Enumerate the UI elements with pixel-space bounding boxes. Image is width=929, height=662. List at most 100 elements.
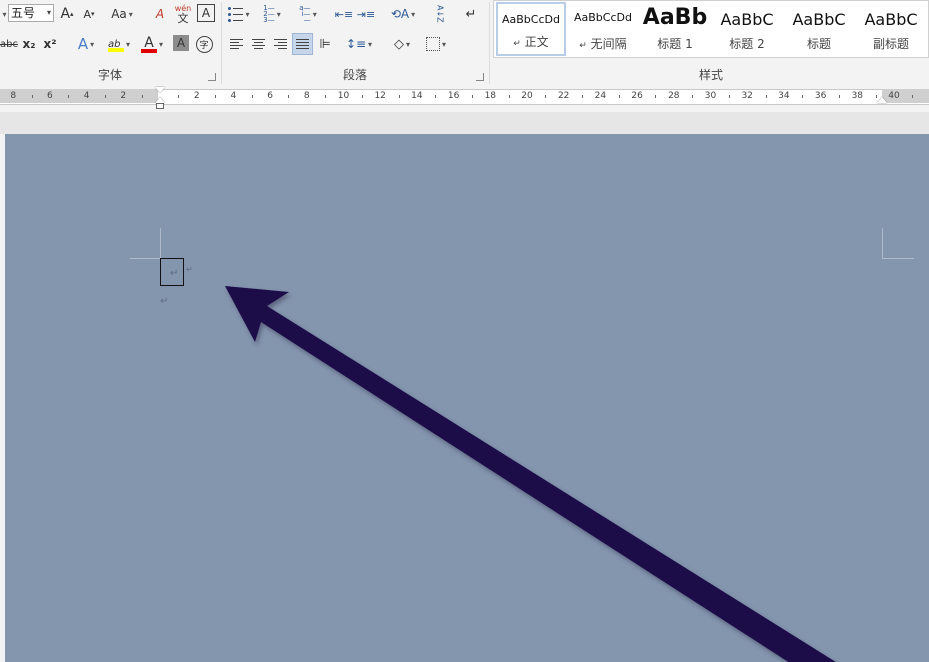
bullets-button[interactable]: ▾ [226, 4, 252, 24]
numbering-button[interactable]: 1— 2— 3— ▾ [258, 4, 286, 24]
style-subtitle[interactable]: AaBbC 副标题 [856, 2, 926, 56]
text-effects-button[interactable]: A ▾ [72, 34, 100, 54]
phonetic-guide-button[interactable]: wén 文 [172, 2, 194, 26]
right-indent-marker[interactable] [877, 97, 887, 103]
ruler-tick [765, 95, 767, 98]
font-group-label: 字体 [97, 68, 122, 82]
ruler-label: 16 [447, 91, 460, 101]
decrease-indent-button[interactable]: ⇤≡ [334, 4, 354, 24]
clear-formatting-button[interactable]: A [150, 4, 170, 24]
change-case-button[interactable]: Aa ▾ [106, 4, 138, 24]
font-name-dropdown-arrow[interactable]: ▾ [0, 4, 7, 24]
superscript-button[interactable]: x² [41, 34, 59, 54]
page-gutter [0, 112, 929, 134]
paragraph-mark-icon: ↵ [513, 39, 521, 49]
style-heading-2[interactable]: AaBbC 标题 2 [712, 2, 782, 56]
style-sample: AaBb [642, 5, 708, 30]
multilevel-list-icon: a— i— — [299, 4, 311, 24]
styles-group-label: 样式 [698, 68, 723, 82]
left-indent-marker[interactable] [156, 103, 164, 109]
ruler-left-margin [0, 89, 158, 103]
ruler-label: 32 [741, 91, 753, 101]
distributed-button[interactable]: ⊫ [315, 34, 335, 54]
decrease-indent-icon: ⇤≡ [334, 7, 354, 21]
ruler-label: 38 [851, 91, 864, 101]
ruler-tick [68, 95, 70, 98]
style-name: 标题 2 [729, 37, 765, 51]
text-effects-icon: A [77, 35, 89, 53]
style-normal[interactable]: AaBbCcDd ↵ 正文 [496, 2, 566, 56]
eraser-icon: A [155, 7, 165, 21]
ruler-label: 4 [83, 91, 90, 101]
justify-button[interactable] [292, 33, 313, 55]
paragraph-group: ▾ 1—2—3—▾ a— i— —▾ ⇤≡ ⇥≡ ⟲A▾ A↓Z ↵ [222, 0, 488, 86]
ruler-tick [398, 95, 400, 98]
chinese-layout-icon: ⟲A [390, 7, 410, 21]
arrow-annotation [225, 286, 836, 662]
line-spacing-button[interactable]: ↕≡ ▾ [344, 34, 374, 54]
font-group: ▾ 五号 ▾ A ▴ A ▾ Aa ▾ A wén 文 A abc x₂ x² … [0, 0, 220, 86]
align-left-button[interactable] [226, 34, 246, 54]
style-title[interactable]: AaBbC 标题 [784, 2, 854, 56]
ruler-tick [141, 95, 143, 98]
styles-gallery: AaBbCcDd ↵ 正文 AaBbCcDd ↵ 无间隔 AaBb 标题 1 A… [493, 0, 929, 58]
character-shading-button[interactable]: A [173, 35, 189, 51]
enclose-characters-button[interactable]: 字 [195, 34, 213, 54]
distributed-icon: ⊫ [319, 36, 331, 52]
highlighter-icon: ab [107, 36, 124, 52]
align-right-button[interactable] [270, 34, 290, 54]
style-no-spacing[interactable]: AaBbCcDd ↵ 无间隔 [568, 2, 638, 56]
ruler-tick [215, 95, 217, 98]
document-page[interactable]: ↵ ↵ ↵ [5, 134, 929, 662]
align-center-button[interactable] [248, 34, 268, 54]
ruler-tick [251, 95, 253, 98]
subscript-button[interactable]: x₂ [20, 34, 38, 54]
ruler-label: 2 [120, 91, 127, 101]
style-name: 无间隔 [590, 37, 627, 51]
ruler-tick [655, 95, 657, 98]
ruler-label: 8 [10, 91, 17, 101]
ruler-tick [912, 95, 914, 98]
character-border-button[interactable]: A [197, 4, 215, 22]
first-line-indent-marker[interactable] [155, 87, 165, 93]
horizontal-ruler[interactable]: 8 6 4 2 2 4 6 8 10 12 14 16 18 20 22 24 26 28 30 32 34 36 38 40 [0, 86, 929, 112]
ruler-tick [728, 95, 730, 98]
font-size-select[interactable]: 五号 ▾ [8, 4, 54, 22]
ruler-label: 34 [778, 91, 790, 101]
paragraph-mark-icon: ↵ [579, 41, 587, 51]
ruler-tick [618, 95, 620, 98]
style-name: 标题 1 [657, 37, 693, 51]
multilevel-list-button[interactable]: a— i— — ▾ [292, 4, 324, 24]
ruler-tick [31, 95, 33, 98]
style-heading-1[interactable]: AaBb 标题 1 [640, 2, 710, 56]
ruler-label: 6 [47, 91, 53, 101]
align-center-icon [251, 39, 265, 49]
sort-icon: A↓Z [435, 5, 445, 23]
shrink-font-button[interactable]: A ▾ [80, 4, 98, 24]
style-sample: AaBbC [864, 10, 918, 29]
increase-indent-button[interactable]: ⇥≡ [356, 4, 376, 24]
style-sample: AaBbC [720, 10, 774, 29]
borders-button[interactable]: ▾ [420, 34, 452, 54]
paragraph-mark-icon: ↵ [465, 6, 477, 22]
show-hide-marks-button[interactable]: ↵ [462, 4, 480, 24]
highlight-color-button[interactable]: ab ▾ [104, 34, 134, 54]
style-name: 副标题 [872, 37, 909, 51]
ruler-tick [838, 95, 840, 98]
arrow-shape [225, 286, 836, 662]
chinese-layout-button[interactable]: ⟲A ▾ [388, 4, 418, 24]
justify-icon [296, 39, 309, 49]
numbered-list-icon: 1— 2— 3— [263, 4, 275, 24]
paragraph-dialog-launcher[interactable] [476, 73, 484, 81]
borders-icon [425, 37, 440, 51]
strikethrough-button[interactable]: abc [0, 34, 18, 54]
ruler-label: 26 [631, 91, 643, 101]
shading-button[interactable]: ◇ ▾ [386, 34, 418, 54]
font-dialog-launcher[interactable] [208, 73, 216, 81]
font-color-button[interactable]: A ▾ [138, 34, 166, 54]
align-left-icon [229, 39, 243, 49]
ruler-label: 12 [374, 91, 386, 101]
grow-font-button[interactable]: A ▴ [58, 4, 76, 24]
sort-button[interactable]: A↓Z [430, 2, 450, 26]
style-sample: AaBbCcDd [574, 11, 632, 24]
